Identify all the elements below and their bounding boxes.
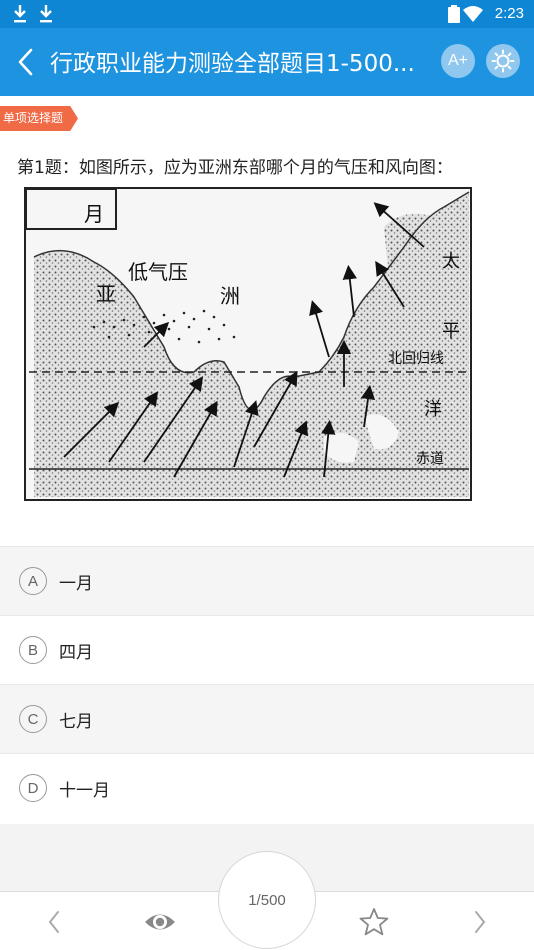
font-size-button[interactable]: A+ [441, 44, 475, 78]
asia-label-1: 亚 [96, 282, 116, 306]
page-indicator-label: 1/500 [248, 891, 286, 909]
option-a[interactable]: A 一月 [0, 546, 534, 615]
option-letter: C [19, 705, 47, 733]
star-icon [359, 908, 389, 936]
battery-icon [448, 5, 460, 23]
options-list: A 一月 B 四月 C 七月 D 十一月 [0, 546, 534, 822]
page-indicator[interactable]: 1/500 [218, 851, 316, 949]
option-text: 一月 [59, 573, 93, 594]
view-answer-button[interactable] [140, 902, 180, 942]
eye-icon [145, 914, 175, 930]
month-label: 月 [84, 202, 104, 226]
app-bar: 行政职业能力测验全部题目1-500... A+ [0, 28, 534, 96]
pressure-wind-map: 月 低气压 亚 洲 太 平 洋 北回归线 赤道 [24, 187, 472, 501]
font-size-icon: A+ [447, 52, 468, 69]
wifi-icon [463, 6, 483, 22]
brightness-icon [491, 49, 515, 73]
status-time: 2:23 [494, 5, 524, 22]
ocean-label-2: 平 [442, 321, 460, 342]
option-letter: A [19, 567, 47, 595]
question-text: 第1题：如图所示，应为亚洲东部哪个月的气压和风向图： [17, 158, 453, 178]
option-letter: D [19, 774, 47, 802]
ocean-label-1: 太 [442, 251, 460, 272]
asia-label-2: 洲 [220, 284, 240, 308]
chevron-left-icon [48, 911, 59, 933]
option-b[interactable]: B 四月 [0, 615, 534, 684]
option-letter: B [19, 636, 47, 664]
favorite-button[interactable] [354, 902, 394, 942]
tropic-label: 北回归线 [388, 350, 444, 367]
next-button[interactable] [460, 902, 500, 942]
question-type-tag: 单项选择题 [0, 106, 78, 131]
previous-button[interactable] [34, 902, 74, 942]
download-icon [14, 5, 26, 23]
status-bar: 2:23 [0, 0, 534, 28]
low-pressure-label: 低气压 [128, 260, 188, 284]
option-d[interactable]: D 十一月 [0, 753, 534, 822]
option-text: 十一月 [59, 780, 110, 801]
equator-label: 赤道 [416, 451, 444, 467]
option-text: 七月 [59, 711, 93, 732]
chevron-right-icon [475, 911, 486, 933]
option-text: 四月 [59, 642, 93, 663]
brightness-button[interactable] [486, 44, 520, 78]
back-arrow-icon[interactable] [12, 46, 40, 78]
page-title: 行政职业能力测验全部题目1-500... [50, 51, 415, 77]
ocean-label-3: 洋 [424, 399, 442, 420]
option-c[interactable]: C 七月 [0, 684, 534, 753]
download-icon [40, 5, 52, 23]
